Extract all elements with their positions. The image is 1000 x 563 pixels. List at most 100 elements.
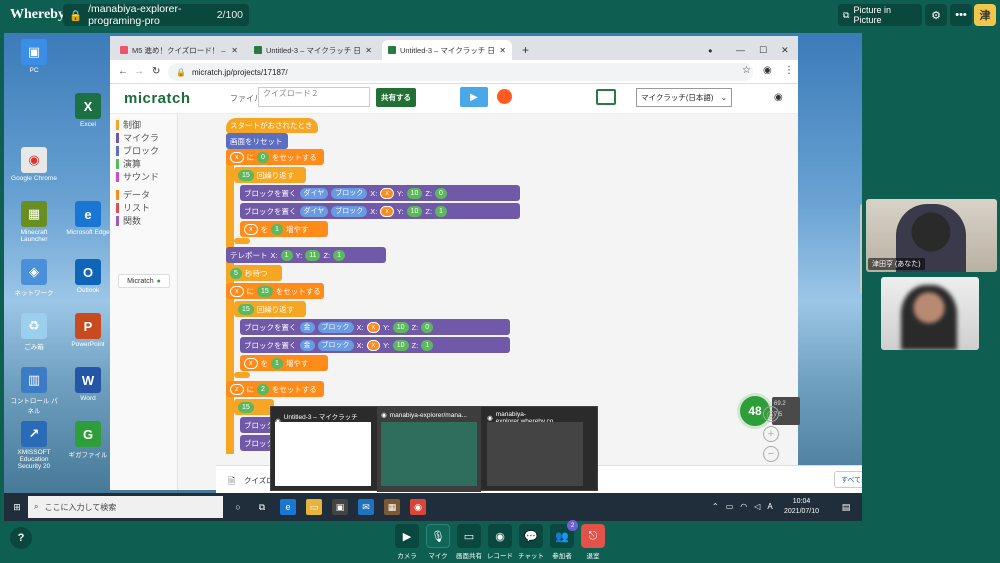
desktop-icon-word[interactable]: W Word — [62, 367, 114, 402]
desktop-icon-pc[interactable]: ▣ PC — [8, 39, 60, 74]
desktop-icon-security[interactable]: ↗ XMISSOFT Education Security 20 — [8, 421, 60, 470]
run-button[interactable]: ▶ — [460, 87, 488, 107]
maximize-icon[interactable]: ☐ — [759, 45, 767, 56]
new-tab-button[interactable]: + — [516, 40, 534, 60]
volume-icon[interactable]: ◁ — [754, 502, 760, 511]
windows-start-icon[interactable]: ⊞ — [9, 499, 25, 515]
chat-button[interactable]: 💬 チャット — [517, 524, 545, 560]
file-name-input[interactable]: クイズロード２ — [258, 87, 370, 107]
minecraft-icon[interactable]: ▦ — [384, 499, 400, 515]
stop-button[interactable] — [497, 89, 512, 104]
category-data[interactable]: データ — [116, 188, 150, 201]
preview-manabiya-2[interactable]: ◉manabiya-explorer.whereby.co... — [483, 407, 587, 492]
place-block-4[interactable]: ブロックを置く金ブロック X: x Y: 10 Z: 1 — [240, 337, 510, 353]
close-icon[interactable]: ✕ — [365, 46, 372, 55]
taskbar-clock[interactable]: 10:04 2021/07/10 — [784, 497, 819, 517]
tab-quiz-road[interactable]: M5 進め！クイズロード！ – 小中学生向け... ✕ — [114, 40, 244, 60]
repeat-block-3[interactable]: 15 — [234, 399, 274, 415]
bookmark-star-icon[interactable]: ☆ — [742, 65, 751, 76]
desktop-icon-chrome[interactable]: ◉ Google Chrome — [8, 147, 60, 182]
desktop-icon-powerpoint[interactable]: P PowerPoint — [62, 313, 114, 348]
participant-video-student[interactable] — [881, 277, 979, 350]
more-button[interactable]: ••• — [950, 4, 972, 26]
vertical-scrollbar[interactable] — [860, 204, 862, 294]
minimize-icon[interactable]: — — [736, 45, 745, 55]
category-control[interactable]: 制御 — [116, 118, 141, 131]
settings-button[interactable]: ⚙ — [925, 4, 947, 26]
picture-in-picture-button[interactable]: ⧉ Picture in Picture — [838, 4, 922, 26]
avatar[interactable]: 津 — [974, 4, 996, 26]
set-x-block-2[interactable]: x に 15 をセットする — [226, 283, 324, 299]
reset-block[interactable]: 画面をリセット — [226, 133, 288, 149]
task-view-icon[interactable]: ⧉ — [254, 499, 270, 515]
people-button[interactable]: 👥 2 参加者 — [548, 520, 578, 560]
desktop-icon-control-panel[interactable]: ▥ コントロール パネル — [8, 367, 60, 415]
folder-icon[interactable] — [596, 89, 616, 105]
desktop-icon-outlook[interactable]: O Outlook — [62, 259, 114, 294]
battery-icon[interactable]: ▭ — [726, 502, 734, 511]
store-icon[interactable]: ▣ — [332, 499, 348, 515]
leave-button[interactable]: ⎋ 退室 — [579, 524, 607, 560]
wifi-icon[interactable]: ◠ — [740, 502, 747, 511]
repeat-block-2[interactable]: 15 回繰り返す — [234, 301, 306, 317]
camera-button[interactable]: ▶ カメラ — [393, 524, 421, 560]
ime-icon[interactable]: A — [767, 502, 772, 511]
set-z-block[interactable]: z に 2 をセットする — [226, 381, 324, 397]
screen-share-button[interactable]: ▭ 画面共有 — [455, 524, 483, 560]
category-functions[interactable]: 関数 — [116, 214, 141, 227]
category-sound[interactable]: サウンド — [116, 170, 159, 183]
category-operators[interactable]: 演算 — [116, 157, 141, 170]
profile-icon[interactable]: ◉ — [763, 65, 772, 76]
taskbar-search-input[interactable]: ⌕ ここに入力して検索 — [28, 496, 223, 518]
repeat-block-1[interactable]: 15 回繰り返す — [234, 167, 306, 183]
teleport-block[interactable]: テレポート X: 1 Y: 11 Z: 1 — [226, 247, 386, 263]
share-button[interactable]: 共有する — [376, 88, 416, 107]
zoom-in-icon[interactable]: + — [763, 426, 779, 442]
preview-manabiya-1[interactable]: ◉ manabiya-explorer/mana... — [377, 407, 481, 492]
target-icon[interactable]: ◎ — [763, 406, 779, 422]
explorer-icon[interactable]: ▭ — [306, 499, 322, 515]
url-field[interactable]: 🔒 micratch.jp/projects/17187/ — [168, 63, 753, 81]
desktop-icon-excel[interactable]: X Excel — [62, 93, 114, 128]
change-x-block-1[interactable]: x を 1 増やす — [240, 221, 328, 237]
desktop-icon-edge[interactable]: e Microsoft Edge — [62, 201, 114, 236]
chevron-up-icon[interactable]: ⌃ — [712, 502, 719, 511]
set-x-block[interactable]: x に 0 をセットする — [226, 149, 324, 165]
room-pill[interactable]: 🔒 /manabiya-explorer-programing-pro 2/10… — [63, 3, 249, 27]
category-list[interactable]: リスト — [116, 201, 150, 214]
reload-icon[interactable]: ↻ — [152, 66, 160, 77]
desktop-icon-recycle-bin[interactable]: ♻ ごみ箱 — [8, 313, 60, 351]
record-button[interactable]: ◉ レコード — [486, 524, 514, 560]
notification-icon[interactable]: ▤ — [838, 499, 854, 515]
mail-icon[interactable]: ✉ — [358, 499, 374, 515]
chrome-icon[interactable]: ◉ — [410, 499, 426, 515]
tab-untitled-1[interactable]: Untitled-3 – マイクラッチ 日本語 ✕ — [248, 40, 378, 60]
preview-micratch[interactable]: ◉Untitled-3 – マイクラッチ 日... — [271, 407, 375, 492]
desktop-icon-gigafile[interactable]: G ギガファイル — [62, 421, 114, 459]
forward-arrow-icon[interactable]: → — [134, 66, 144, 77]
wait-block[interactable]: 5 秒待つ — [226, 265, 282, 281]
cortana-icon[interactable]: ○ — [230, 499, 246, 515]
show-all-button[interactable]: すべて表示 — [834, 471, 862, 488]
place-block-2[interactable]: ブロックを置く ダイヤ ブロック X: x Y: 10 Z: 1 — [240, 203, 520, 219]
start-hat-block[interactable]: スタートがおされたとき — [226, 118, 318, 133]
desktop-icon-network[interactable]: ◈ ネットワーク — [8, 259, 60, 297]
participant-video-self[interactable]: 津田亨 (あなた) — [866, 199, 997, 272]
tab-untitled-active[interactable]: Untitled-3 – マイクラッチ 日本語 ✕ — [382, 40, 512, 60]
close-icon[interactable]: ✕ — [499, 46, 506, 55]
category-block[interactable]: ブロック — [116, 144, 159, 157]
menu-kebab-icon[interactable]: ⋮ — [784, 65, 794, 76]
zoom-out-icon[interactable]: − — [763, 446, 779, 462]
mic-button[interactable]: 🎙 マイク — [424, 524, 452, 560]
window-close-icon[interactable]: ✕ — [781, 45, 789, 56]
place-block-3[interactable]: ブロックを置く金ブロック X: x Y: 10 Z: 0 — [240, 319, 510, 335]
category-minecraft[interactable]: マイクラ — [116, 131, 159, 144]
language-select[interactable]: マイクラッチ(日本語) ⌄ — [636, 88, 732, 107]
tab-search-button[interactable]: ● — [702, 40, 720, 60]
change-x-block-2[interactable]: x を 1 増やす — [240, 355, 328, 371]
user-icon[interactable]: ◉ — [774, 92, 783, 103]
place-block-1[interactable]: ブロックを置く ダイヤ ブロック X: x Y: 10 Z: 0 — [240, 185, 520, 201]
help-button[interactable]: ? — [10, 527, 32, 549]
close-icon[interactable]: ✕ — [231, 46, 238, 55]
back-arrow-icon[interactable]: ← — [118, 66, 128, 77]
